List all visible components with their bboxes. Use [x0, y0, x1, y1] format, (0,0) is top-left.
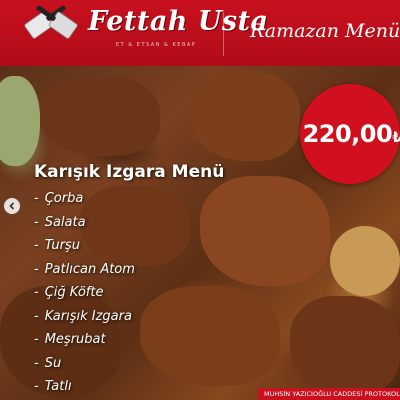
menu-item: - Çorba: [34, 191, 84, 206]
brand-tagline: ET & ETSAN & KEBAP: [116, 42, 197, 48]
menu-item: - Salata: [34, 214, 86, 230]
menu-item: - Patlıcan Atom: [34, 261, 135, 277]
menu-item: - Karışık Izgara: [34, 308, 132, 324]
price-badge: 220,00₺: [300, 84, 400, 184]
menu-item-list: - Çorba - Salata - Turşu - Patlıcan Atom - Çi…: [34, 187, 224, 399]
menu-item: - Meşrubat: [34, 332, 106, 347]
menu-item: - Tatlı: [34, 379, 72, 394]
crossed-cleavers-icon: [24, 5, 78, 39]
carousel-prev-button[interactable]: [4, 198, 20, 214]
menu-heading: Karışık Izgara Menü: [34, 162, 225, 182]
address-text: MUHSİN YAZICIOĞLU CADDESİ PROTOKOL YOLU: [264, 390, 400, 398]
chevron-left-icon: [9, 202, 15, 210]
menu-title: Ramazan Menüsü: [250, 20, 400, 42]
menu-card: Karışık Izgara Menü - Çorba - Salata - Turş…: [34, 162, 224, 399]
header-divider: [223, 10, 224, 56]
address-bar: MUHSİN YAZICIOĞLU CADDESİ PROTOKOL YOLU: [258, 388, 400, 400]
brand-name[interactable]: Fettah Usta: [88, 6, 269, 37]
price-value: 220,00₺: [302, 120, 400, 148]
menu-item: - Su: [34, 355, 62, 371]
menu-item: - Turşu: [34, 238, 80, 253]
site-header: Fettah Usta ET & ETSAN & KEBAP Ramazan M…: [0, 0, 400, 66]
menu-item: - Çiğ Köfte: [34, 285, 104, 300]
